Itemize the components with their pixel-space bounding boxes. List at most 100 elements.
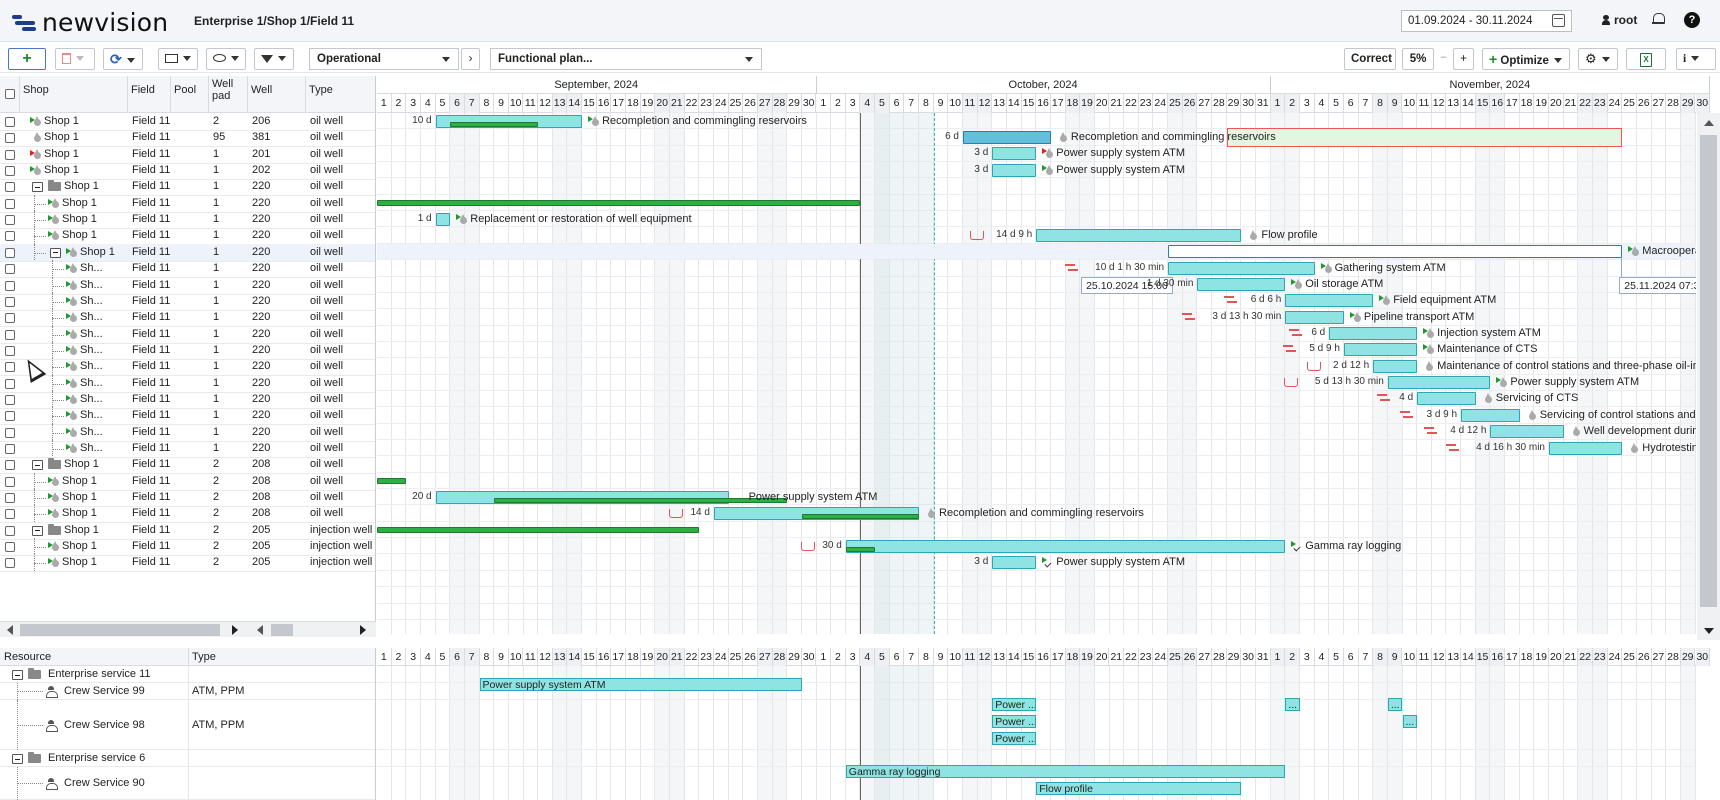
row-checkbox[interactable] — [5, 313, 15, 324]
task-bar[interactable] — [435, 212, 451, 226]
scroll-left-icon[interactable] — [7, 625, 13, 635]
row-checkbox[interactable] — [5, 362, 15, 373]
table-row[interactable]: Shop 1 Field 11 2 205 injection well — [0, 538, 375, 557]
task-bar[interactable] — [1197, 278, 1286, 291]
task-bar[interactable] — [963, 130, 1051, 144]
breadcrumb[interactable]: Enterprise 1/Shop 1/Field 11 — [194, 14, 354, 28]
table-row[interactable]: Shop 1 Field 11 2 208 oil well — [0, 472, 375, 491]
row-checkbox[interactable] — [5, 329, 15, 340]
collapse-toggle-icon[interactable] — [32, 460, 43, 471]
excel-export-button[interactable]: X — [1626, 48, 1666, 70]
task-bar[interactable] — [992, 555, 1037, 569]
resource-row[interactable]: Crew Service 98 ATM, PPM — [0, 700, 375, 750]
optimize-button[interactable]: + Optimize — [1482, 48, 1570, 70]
task-bar[interactable] — [992, 163, 1037, 177]
row-checkbox[interactable] — [5, 264, 15, 275]
row-checkbox[interactable] — [5, 460, 15, 471]
actual-progress-bar[interactable] — [801, 513, 920, 519]
column-header-type[interactable]: Type — [306, 76, 376, 113]
resource-group-row[interactable]: Enterprise service 6 — [0, 750, 375, 767]
row-checkbox[interactable] — [5, 182, 15, 193]
actual-progress-bar[interactable] — [377, 526, 700, 533]
table-row[interactable]: Shop 1 Field 11 2 205 injection well — [0, 554, 375, 573]
table-row[interactable]: Sh... Field 11 1 220 oil well — [0, 407, 375, 426]
row-checkbox[interactable] — [5, 198, 15, 209]
add-button[interactable]: + — [8, 48, 46, 70]
column-header-pool[interactable]: Pool — [171, 76, 209, 113]
task-bar[interactable] — [1387, 376, 1491, 390]
display-button[interactable] — [158, 48, 198, 70]
actual-progress-bar[interactable] — [845, 546, 876, 552]
table-row[interactable]: Shop 1 Field 11 1 220 oil well — [0, 243, 375, 262]
collapse-toggle-icon[interactable] — [32, 182, 43, 193]
row-checkbox[interactable] — [5, 215, 15, 226]
row-checkbox[interactable] — [5, 378, 15, 389]
table-row[interactable]: Sh... Field 11 1 220 oil well — [0, 358, 375, 377]
table-row[interactable]: Sh... Field 11 1 220 oil well — [0, 292, 375, 311]
task-bar[interactable] — [1343, 343, 1418, 357]
view-button[interactable] — [206, 48, 246, 70]
resource-task-bar[interactable]: Gamma ray logging — [845, 765, 1286, 778]
column-header-well[interactable]: Well — [248, 76, 306, 113]
column-header-shop[interactable]: Shop — [20, 76, 128, 113]
resource-task-bar[interactable]: Power ... — [992, 715, 1037, 728]
table-row[interactable]: Shop 1 Field 11 1 220 oil well — [0, 211, 375, 230]
table-row[interactable]: Sh... Field 11 1 220 oil well — [0, 440, 375, 458]
row-checkbox[interactable] — [5, 280, 15, 291]
task-bar[interactable] — [1490, 425, 1564, 439]
table-row[interactable]: Sh... Field 11 1 220 oil well — [0, 390, 375, 409]
gantt-chart[interactable]: Macrooperation25.10.2024 15:0025.11.2024… — [377, 113, 1696, 634]
scroll-right-icon[interactable] — [232, 625, 238, 635]
resource-task-bar[interactable]: ... — [1402, 715, 1418, 728]
actual-progress-bar[interactable] — [450, 121, 539, 127]
row-checkbox[interactable] — [5, 166, 15, 177]
collapse-toggle-icon[interactable] — [32, 525, 43, 536]
column-header-resource[interactable]: Resource — [4, 648, 51, 666]
table-row[interactable]: Shop 1 Field 11 1 202 oil well — [0, 162, 375, 181]
collapse-toggle-icon[interactable] — [12, 670, 23, 680]
row-checkbox[interactable] — [5, 476, 15, 487]
resource-task-bar[interactable]: Flow profile — [1036, 782, 1242, 795]
table-row[interactable]: Shop 1 Field 11 2 205 injection well — [0, 522, 375, 540]
table-row[interactable]: Shop 1 Field 11 95 381 oil well — [0, 129, 375, 148]
scroll-right-icon[interactable] — [360, 625, 366, 635]
info-button[interactable]: i — [1676, 48, 1716, 70]
refresh-button[interactable]: ⟳ — [103, 48, 143, 70]
task-bar[interactable] — [1373, 359, 1418, 373]
select-all-checkbox[interactable] — [5, 89, 15, 99]
table-row[interactable]: Sh... Field 11 1 220 oil well — [0, 325, 375, 344]
row-checkbox[interactable] — [5, 247, 15, 258]
resource-task-bar[interactable]: Power ... — [992, 698, 1037, 711]
resource-group-row[interactable]: Enterprise service 11 — [0, 666, 375, 683]
resource-row[interactable]: Crew Service 99 ATM, PPM — [0, 683, 375, 700]
zoom-out-button[interactable]: − — [1434, 48, 1453, 70]
functional-plan-select[interactable]: Functional plan... — [490, 48, 762, 70]
resource-task-bar[interactable]: Power ... — [992, 732, 1037, 745]
table-row[interactable]: Shop 1 Field 11 1 220 oil well — [0, 178, 375, 197]
row-checkbox[interactable] — [5, 394, 15, 405]
resource-task-bar[interactable]: ... — [1285, 698, 1300, 711]
gantt-scroll-thumb[interactable] — [271, 624, 293, 636]
table-row[interactable]: Shop 1 Field 11 1 220 oil well — [0, 194, 375, 213]
plan-select[interactable]: Operational — [309, 48, 459, 70]
task-bar[interactable] — [845, 539, 1286, 553]
row-checkbox[interactable] — [5, 509, 15, 520]
row-checkbox[interactable] — [5, 231, 15, 242]
column-header-well-pad[interactable]: Well pad — [209, 76, 248, 113]
resource-gantt[interactable]: Power supply system ATM Power ... Power ..… — [377, 666, 1696, 800]
filter-button[interactable] — [254, 48, 294, 70]
task-bar[interactable] — [1417, 392, 1476, 406]
table-row[interactable]: Shop 1 Field 11 2 208 oil well — [0, 456, 375, 475]
row-checkbox[interactable] — [5, 133, 15, 144]
calendar-icon[interactable] — [1552, 14, 1565, 27]
actual-progress-bar[interactable] — [377, 199, 861, 206]
vertical-scroll-thumb[interactable] — [1700, 135, 1717, 607]
row-checkbox[interactable] — [5, 411, 15, 422]
table-row[interactable]: Sh... Field 11 1 220 oil well — [0, 309, 375, 328]
row-checkbox[interactable] — [5, 542, 15, 553]
zoom-level[interactable]: 5% — [1402, 48, 1434, 70]
row-checkbox[interactable] — [5, 493, 15, 504]
row-checkbox[interactable] — [5, 345, 15, 356]
scroll-up-icon[interactable] — [1704, 120, 1714, 126]
macrooperation-bar[interactable] — [1168, 245, 1623, 259]
